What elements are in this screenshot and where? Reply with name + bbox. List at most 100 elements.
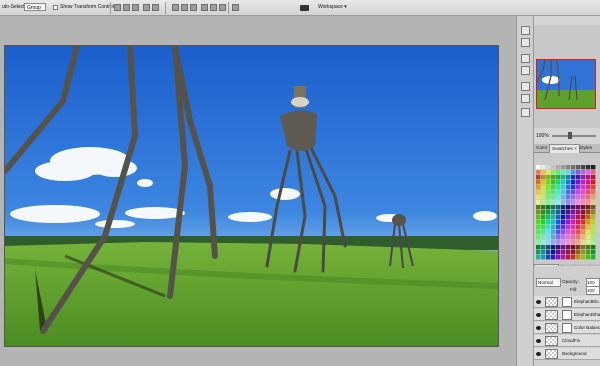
- color-swatch[interactable]: [541, 245, 546, 250]
- color-swatch[interactable]: [576, 245, 581, 250]
- color-swatch[interactable]: [551, 205, 556, 210]
- align-bottom-icon[interactable]: [132, 4, 139, 11]
- color-swatch[interactable]: [556, 245, 561, 250]
- color-swatch[interactable]: [536, 250, 541, 255]
- color-swatch[interactable]: [586, 225, 591, 230]
- color-swatch[interactable]: [591, 185, 596, 190]
- color-swatch[interactable]: [536, 195, 541, 200]
- color-swatch[interactable]: [546, 220, 551, 225]
- color-swatch[interactable]: [556, 205, 561, 210]
- color-swatch[interactable]: [591, 230, 596, 235]
- color-swatch[interactable]: [586, 195, 591, 200]
- navigator-view-box[interactable]: [536, 59, 596, 109]
- color-swatch[interactable]: [541, 180, 546, 185]
- color-swatch[interactable]: [556, 240, 561, 245]
- color-swatch[interactable]: [566, 190, 571, 195]
- color-swatch[interactable]: [561, 230, 566, 235]
- color-swatch[interactable]: [566, 240, 571, 245]
- color-swatch[interactable]: [561, 175, 566, 180]
- color-swatch[interactable]: [566, 180, 571, 185]
- color-swatch[interactable]: [541, 235, 546, 240]
- tab-swatches[interactable]: Swatches ×: [549, 144, 580, 153]
- color-swatch[interactable]: [581, 240, 586, 245]
- color-swatch[interactable]: [591, 215, 596, 220]
- color-swatch[interactable]: [591, 200, 596, 205]
- color-swatch[interactable]: [541, 200, 546, 205]
- color-swatch[interactable]: [541, 175, 546, 180]
- color-swatch[interactable]: [576, 230, 581, 235]
- distribute-right-icon[interactable]: [219, 4, 226, 11]
- color-swatch[interactable]: [586, 245, 591, 250]
- color-swatch[interactable]: [571, 195, 576, 200]
- color-swatch[interactable]: [591, 175, 596, 180]
- color-swatch[interactable]: [591, 170, 596, 175]
- color-swatch[interactable]: [561, 240, 566, 245]
- align-middle-icon[interactable]: [123, 4, 130, 11]
- eyedropper-tool-icon[interactable]: [521, 54, 530, 63]
- color-swatch[interactable]: [586, 230, 591, 235]
- color-swatch[interactable]: [536, 170, 541, 175]
- color-swatch[interactable]: [571, 215, 576, 220]
- color-swatch[interactable]: [571, 225, 576, 230]
- color-swatch[interactable]: [546, 230, 551, 235]
- color-swatch[interactable]: [546, 185, 551, 190]
- color-swatch[interactable]: [551, 230, 556, 235]
- color-swatch[interactable]: [566, 235, 571, 240]
- color-swatch[interactable]: [541, 240, 546, 245]
- color-swatch[interactable]: [566, 210, 571, 215]
- color-swatch[interactable]: [566, 230, 571, 235]
- fill-input[interactable]: 100: [586, 286, 600, 295]
- color-swatch[interactable]: [551, 245, 556, 250]
- color-swatch[interactable]: [546, 210, 551, 215]
- color-swatch[interactable]: [571, 205, 576, 210]
- color-swatch[interactable]: [576, 210, 581, 215]
- color-swatch[interactable]: [576, 205, 581, 210]
- color-swatch[interactable]: [586, 165, 591, 170]
- color-swatch[interactable]: [541, 215, 546, 220]
- color-swatch[interactable]: [576, 220, 581, 225]
- color-swatch[interactable]: [566, 205, 571, 210]
- swatch-grid[interactable]: [536, 165, 596, 261]
- color-swatch[interactable]: [566, 245, 571, 250]
- color-swatch[interactable]: [591, 220, 596, 225]
- color-swatch[interactable]: [556, 180, 561, 185]
- camera-icon[interactable]: [300, 5, 309, 11]
- navigator-zoom-value[interactable]: 100%: [536, 133, 549, 139]
- color-swatch[interactable]: [561, 245, 566, 250]
- color-swatch[interactable]: [581, 170, 586, 175]
- color-swatch[interactable]: [586, 200, 591, 205]
- color-swatch[interactable]: [581, 185, 586, 190]
- color-swatch[interactable]: [561, 180, 566, 185]
- visibility-eye-icon[interactable]: [536, 339, 541, 343]
- color-swatch[interactable]: [561, 165, 566, 170]
- color-swatch[interactable]: [561, 190, 566, 195]
- color-swatch[interactable]: [546, 225, 551, 230]
- color-swatch[interactable]: [551, 170, 556, 175]
- color-swatch[interactable]: [571, 235, 576, 240]
- color-swatch[interactable]: [561, 250, 566, 255]
- color-swatch[interactable]: [541, 170, 546, 175]
- color-swatch[interactable]: [551, 235, 556, 240]
- color-swatch[interactable]: [551, 255, 556, 260]
- distribute-center-icon[interactable]: [210, 4, 217, 11]
- note-tool-icon[interactable]: [521, 108, 530, 117]
- color-swatch[interactable]: [546, 175, 551, 180]
- color-swatch[interactable]: [581, 245, 586, 250]
- color-swatch[interactable]: [536, 175, 541, 180]
- color-swatch[interactable]: [556, 170, 561, 175]
- color-swatch[interactable]: [591, 225, 596, 230]
- color-swatch[interactable]: [591, 190, 596, 195]
- color-swatch[interactable]: [571, 185, 576, 190]
- color-swatch[interactable]: [566, 250, 571, 255]
- color-swatch[interactable]: [541, 250, 546, 255]
- align-top-icon[interactable]: [114, 4, 121, 11]
- color-swatch[interactable]: [556, 255, 561, 260]
- color-swatch[interactable]: [551, 225, 556, 230]
- color-swatch[interactable]: [591, 235, 596, 240]
- color-swatch[interactable]: [541, 225, 546, 230]
- color-swatch[interactable]: [586, 190, 591, 195]
- color-swatch[interactable]: [586, 185, 591, 190]
- color-swatch[interactable]: [556, 200, 561, 205]
- color-swatch[interactable]: [546, 235, 551, 240]
- color-swatch[interactable]: [541, 185, 546, 190]
